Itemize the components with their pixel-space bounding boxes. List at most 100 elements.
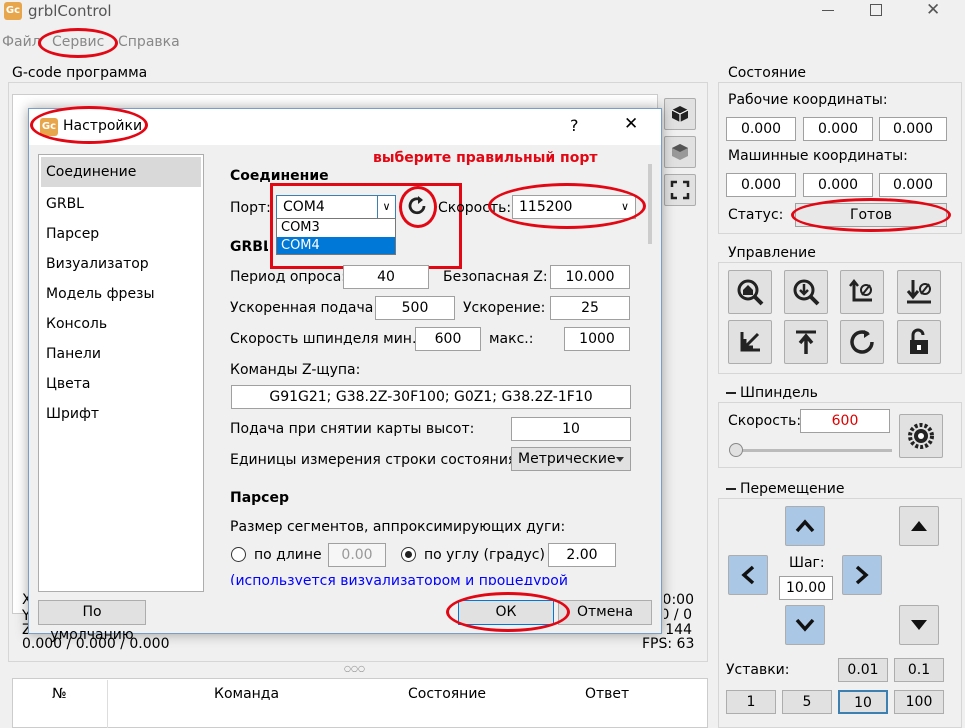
return-xy-icon[interactable] bbox=[728, 320, 772, 364]
nav-console[interactable]: Консоль bbox=[41, 309, 201, 339]
zero-z-probe-icon[interactable] bbox=[784, 270, 828, 314]
jog-x-minus-button[interactable] bbox=[728, 555, 768, 595]
jog-x-plus-button[interactable] bbox=[842, 555, 882, 595]
col-num[interactable]: № bbox=[52, 686, 67, 702]
poll-field[interactable]: 40 bbox=[343, 265, 429, 289]
jog-collapse-icon[interactable] bbox=[726, 488, 736, 490]
nav-font[interactable]: Шрифт bbox=[41, 399, 201, 429]
jog-z-minus-button[interactable] bbox=[899, 605, 939, 645]
nav-parser[interactable]: Парсер bbox=[41, 219, 201, 249]
probe-field[interactable]: G91G21; G38.2Z-30F100; G0Z1; G38.2Z-1F10 bbox=[231, 385, 631, 409]
preset-1-button[interactable]: 1 bbox=[726, 690, 776, 714]
view-iso-icon[interactable] bbox=[664, 98, 696, 130]
content-scrollbar[interactable] bbox=[648, 164, 652, 244]
machine-coords-label: Машинные координаты: bbox=[728, 148, 908, 164]
nav-grbl[interactable]: GRBL bbox=[41, 189, 201, 219]
dropdown-arrow-icon bbox=[616, 457, 624, 462]
col-state[interactable]: Состояние bbox=[408, 686, 486, 702]
spindle-max-label: макс.: bbox=[489, 331, 534, 347]
state-group-title: Состояние bbox=[728, 65, 807, 81]
splitter-handle[interactable]: ○○○ bbox=[344, 664, 365, 673]
port-label: Порт: bbox=[230, 200, 271, 216]
maximize-icon[interactable] bbox=[870, 4, 882, 16]
defaults-button[interactable]: По умолчанию bbox=[38, 600, 146, 643]
view-top-icon[interactable] bbox=[664, 136, 696, 168]
annotation-select-port: выберите правильный порт bbox=[373, 150, 598, 166]
work-z: 0.000 bbox=[879, 117, 947, 141]
spindle-min-label: Скорость шпинделя мин.: bbox=[230, 331, 422, 347]
highlight-speed bbox=[488, 183, 646, 229]
window-title: grblControl bbox=[28, 2, 112, 20]
menu-file[interactable]: Файл bbox=[2, 34, 41, 50]
parser-section-title: Парсер bbox=[230, 490, 290, 506]
spindle-slider-track[interactable] bbox=[732, 449, 892, 452]
table-header-divider bbox=[107, 680, 108, 728]
zero-xy-icon[interactable] bbox=[840, 270, 884, 314]
col-command[interactable]: Команда bbox=[214, 686, 279, 702]
nav-cutter-model[interactable]: Модель фрезы bbox=[41, 279, 201, 309]
grbl-section-title: GRBL bbox=[230, 239, 268, 255]
preset-0-01-button[interactable]: 0.01 bbox=[838, 658, 888, 682]
spindle-speed-label: Скорость: bbox=[728, 413, 802, 429]
jog-z-plus-button[interactable] bbox=[899, 506, 939, 546]
jog-y-minus-button[interactable] bbox=[785, 605, 825, 645]
by-length-radio[interactable] bbox=[231, 547, 246, 562]
accel-label: Ускорение: bbox=[463, 300, 546, 316]
spindle-max-field[interactable]: 1000 bbox=[564, 327, 630, 351]
units-label: Единицы измерения строки состояния: bbox=[230, 452, 522, 468]
zero-z-icon[interactable] bbox=[897, 270, 941, 314]
reset-icon[interactable] bbox=[840, 320, 884, 364]
spindle-group-title: Шпиндель bbox=[740, 385, 818, 401]
close-window-icon[interactable]: ✕ bbox=[926, 0, 940, 20]
accel-field[interactable]: 25 bbox=[550, 296, 630, 320]
gcode-time: 00:00:00 bbox=[664, 592, 694, 608]
safe-z-icon[interactable] bbox=[784, 320, 828, 364]
by-angle-radio[interactable] bbox=[401, 547, 416, 562]
dialog-help-button[interactable]: ? bbox=[570, 116, 579, 135]
angle-field[interactable]: 2.00 bbox=[548, 543, 616, 567]
spindle-min-field[interactable]: 600 bbox=[415, 327, 481, 351]
dialog-close-icon[interactable]: ✕ bbox=[624, 114, 638, 134]
rapid-label: Ускоренная подача: bbox=[230, 300, 379, 316]
cancel-button[interactable]: Отмена bbox=[558, 600, 652, 625]
spindle-collapse-icon[interactable] bbox=[726, 392, 736, 394]
fit-view-icon[interactable] bbox=[664, 174, 696, 206]
nav-visualizer[interactable]: Визуализатор bbox=[41, 249, 201, 279]
work-x: 0.000 bbox=[726, 117, 796, 141]
heightmap-field[interactable]: 10 bbox=[511, 417, 631, 441]
units-select[interactable]: Метрические bbox=[511, 447, 631, 471]
presets-label: Уставки: bbox=[726, 662, 790, 678]
highlight-dialog-title bbox=[30, 106, 148, 144]
control-group-title: Управление bbox=[728, 245, 816, 261]
nav-colors[interactable]: Цвета bbox=[41, 369, 201, 399]
highlight-menu-service bbox=[38, 28, 118, 58]
unlock-icon[interactable] bbox=[897, 320, 941, 364]
preset-100-button[interactable]: 100 bbox=[894, 690, 944, 714]
highlight-refresh bbox=[399, 186, 437, 228]
preset-0-1-button[interactable]: 0.1 bbox=[894, 658, 944, 682]
spindle-slider-handle[interactable] bbox=[729, 443, 743, 457]
step-field[interactable]: 10.00 bbox=[779, 576, 833, 600]
nav-panels[interactable]: Панели bbox=[41, 339, 201, 369]
safe-z-label: Безопасная Z: bbox=[443, 269, 548, 285]
spindle-gear-icon[interactable] bbox=[899, 414, 943, 458]
preset-5-button[interactable]: 5 bbox=[782, 690, 832, 714]
gcode-frac: 0 / 0 bbox=[664, 607, 692, 623]
segments-label: Размер сегментов, аппроксимирующих дуги: bbox=[230, 519, 566, 535]
length-field[interactable]: 0.00 bbox=[328, 543, 386, 567]
menu-help[interactable]: Справка bbox=[118, 34, 180, 50]
probe-label: Команды Z-щупа: bbox=[230, 362, 361, 378]
preset-10-button[interactable]: 10 bbox=[838, 690, 888, 714]
status-label: Статус: bbox=[728, 207, 784, 223]
home-icon[interactable] bbox=[728, 270, 772, 314]
spindle-speed-field[interactable]: 600 bbox=[800, 409, 890, 433]
nav-connection[interactable]: Соединение bbox=[41, 157, 201, 187]
minimize-icon[interactable] bbox=[822, 10, 834, 11]
settings-nav: Соединение GRBL Парсер Визуализатор Моде… bbox=[38, 154, 204, 592]
col-response[interactable]: Ответ bbox=[585, 686, 629, 702]
highlight-ok bbox=[446, 592, 570, 632]
gcode-fps: FPS: 63 bbox=[642, 636, 695, 652]
rapid-field[interactable]: 500 bbox=[375, 296, 455, 320]
safe-z-field[interactable]: 10.000 bbox=[550, 265, 630, 289]
jog-y-plus-button[interactable] bbox=[785, 506, 825, 546]
